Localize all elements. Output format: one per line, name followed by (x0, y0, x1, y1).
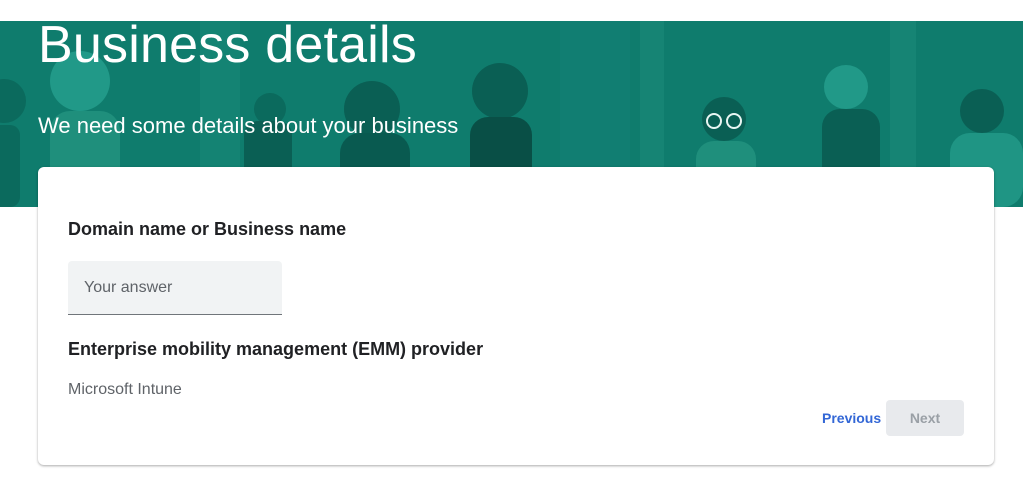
page-title: Business details (38, 21, 417, 74)
emm-provider-value: Microsoft Intune (68, 381, 182, 398)
domain-answer-field[interactable] (68, 261, 282, 315)
page-subtitle: We need some details about your business (38, 113, 459, 138)
next-button[interactable]: Next (886, 400, 964, 436)
form-page: Business details We need some details ab… (0, 0, 1023, 496)
domain-answer-input[interactable] (68, 261, 282, 314)
previous-button[interactable]: Previous (814, 400, 889, 436)
emm-provider-question-label: Enterprise mobility management (EMM) pro… (68, 339, 484, 359)
domain-question-label: Domain name or Business name (68, 219, 347, 239)
form-card: Domain name or Business name Enterprise … (38, 167, 994, 465)
